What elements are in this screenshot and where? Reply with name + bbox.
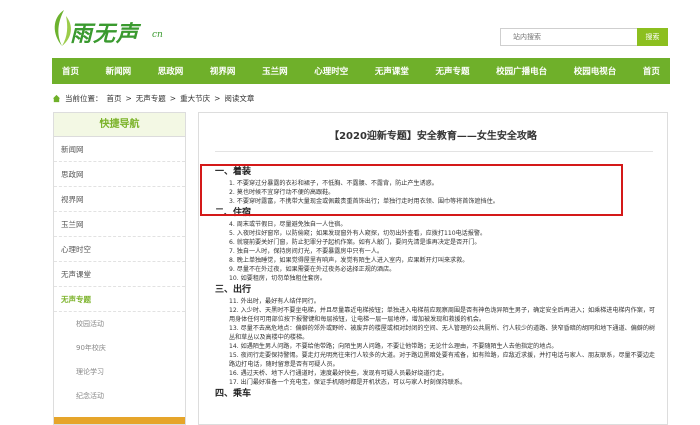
article-title-text: 安全教育——女生安全攻略 (416, 131, 537, 142)
article-line: 5. 入夜时拉好窗帘，以防偷窥；如果发现窗外有人窥探，切勿出外查看，应拨打110… (229, 230, 487, 237)
home-icon (52, 94, 61, 103)
nav-item-home[interactable]: 首页 (62, 65, 79, 77)
section-heading: 三、出行 (215, 285, 252, 295)
article-line: 8. 晚上单独睡觉，如果觉得屋里有响声，发觉有陌生人进入室内，应果断开灯叫来求救… (229, 257, 469, 264)
nav-item-tv[interactable]: 校园电视台 (574, 65, 617, 77)
site-header: 雨无声 cn 搜索 (0, 0, 700, 56)
breadcrumb-link-topics[interactable]: 无声专题 (136, 93, 166, 104)
logo-suffix: cn (152, 30, 163, 40)
breadcrumb-prefix: 当前位置： (65, 94, 103, 103)
sidebar-item-yulan[interactable]: 玉兰网 (54, 212, 185, 237)
main-nav: 首页 新闻网 思政网 视界网 玉兰网 心理时空 无声课堂 无声专题 校园广播电台… (52, 58, 670, 84)
article-line: 9. 尽量不在外过夜，如果需要在外过夜务必选择正规的酒店。 (229, 266, 396, 273)
article-line: 15. 夜间行走要保持警惕。要走灯光明亮往来行人较多的大道。对于路边黑暗处要有戒… (229, 352, 655, 368)
breadcrumb-separator: > (169, 94, 177, 103)
breadcrumb: 当前位置： 首页 > 无声专题 > 重大节庆 > 阅读文章 (52, 93, 254, 104)
nav-item-classroom[interactable]: 无声课堂 (375, 65, 409, 77)
sidebar-item-psychology[interactable]: 心理时空 (54, 237, 185, 262)
nav-item-psychology[interactable]: 心理时空 (314, 65, 348, 77)
article-title: 【2020迎新专题】安全教育——女生安全攻略 (219, 127, 647, 142)
nav-item-radio[interactable]: 校园广播电台 (496, 65, 547, 77)
sidebar-title: 快捷导航 (54, 113, 185, 137)
article-line: 12. 入少时、天黑时不要坐电梯，并且尽量靠近电梯按钮；单独进入电梯前应观察周围… (229, 307, 655, 323)
search-button[interactable]: 搜索 (637, 28, 668, 46)
nav-item-politics[interactable]: 思政网 (158, 65, 184, 77)
highlight-box (200, 164, 623, 216)
sidebar-accent-bar (54, 417, 185, 424)
sidebar-item-news[interactable]: 新闻网 (54, 137, 185, 162)
breadcrumb-link-home[interactable]: 首页 (107, 93, 122, 104)
sidebar-subitem-anniversary[interactable]: 90年校庆 (54, 336, 185, 360)
site-logo[interactable]: 雨无声 cn (50, 6, 170, 50)
article-line: 13. 尽量不去高危地点：偏僻的郊外或野岭、被废弃的楼屋或相对封闭的空间、无人管… (229, 325, 655, 341)
sidebar-subitem-campus[interactable]: 校园活动 (54, 312, 185, 336)
article-line: 7. 独自一人时，保持房间灯光，不要暴露房中只有一人。 (229, 248, 384, 255)
article-title-tag: 【2020迎新专题】 (329, 131, 417, 142)
sidebar-item-vision[interactable]: 视界网 (54, 187, 185, 212)
breadcrumb-link-festivals[interactable]: 重大节庆 (180, 93, 210, 104)
nav-item-news[interactable]: 新闻网 (106, 65, 132, 77)
nav-item-yulan[interactable]: 玉兰网 (262, 65, 288, 77)
sidebar-subitem-theory[interactable]: 理论学习 (54, 360, 185, 384)
breadcrumb-current: 阅读文章 (224, 94, 255, 103)
nav-item-home-2[interactable]: 首页 (643, 65, 660, 77)
breadcrumb-separator: > (125, 94, 132, 103)
search-input[interactable] (500, 28, 638, 46)
title-divider (215, 151, 653, 152)
section-heading: 四、乘车 (215, 389, 252, 399)
article-line: 11. 外出时，最好有人结伴同行。 (229, 298, 320, 305)
article-line: 10. 如要租房，切勿单独租住套房。 (229, 275, 326, 282)
quick-nav-sidebar: 快捷导航 新闻网 思政网 视界网 玉兰网 心理时空 无声课堂 无声专题 校园活动… (53, 112, 186, 425)
sidebar-item-topics[interactable]: 无声专题 (54, 287, 185, 312)
article-line: 4. 周末或节假日，尽量避免独自一人住宿。 (229, 221, 347, 228)
article-line: 6. 就寝前要关好门窗，防止犯罪分子起机作案。如有人敲门，要问先清是谁再决定是否… (229, 239, 481, 246)
sidebar-item-classroom[interactable]: 无声课堂 (54, 262, 185, 287)
article-panel: 【2020迎新专题】安全教育——女生安全攻略 一、着装 1. 不要穿过分暴露的衣… (198, 112, 668, 425)
article-line: 16. 遇过天桥、地下人行通道时，速度最好快些，发现有可疑人员最好绕道行走。 (229, 370, 448, 377)
logo-text: 雨无声 (70, 21, 140, 47)
nav-item-vision[interactable]: 视界网 (210, 65, 236, 77)
sidebar-subitem-memorial[interactable]: 纪念活动 (54, 384, 185, 408)
breadcrumb-separator: > (214, 94, 221, 103)
sidebar-item-politics[interactable]: 思政网 (54, 162, 185, 187)
article-line: 17. 出门最好准备一个充电宝，保证手机随时都是开机状态，可以与家人时刻保持联系… (229, 379, 467, 386)
nav-item-topics[interactable]: 无声专题 (435, 65, 469, 77)
article-line: 14. 如遇陌生男人问路，不要给他带路；向陌生男人问路，不要让他带路；无论什么理… (229, 343, 558, 350)
